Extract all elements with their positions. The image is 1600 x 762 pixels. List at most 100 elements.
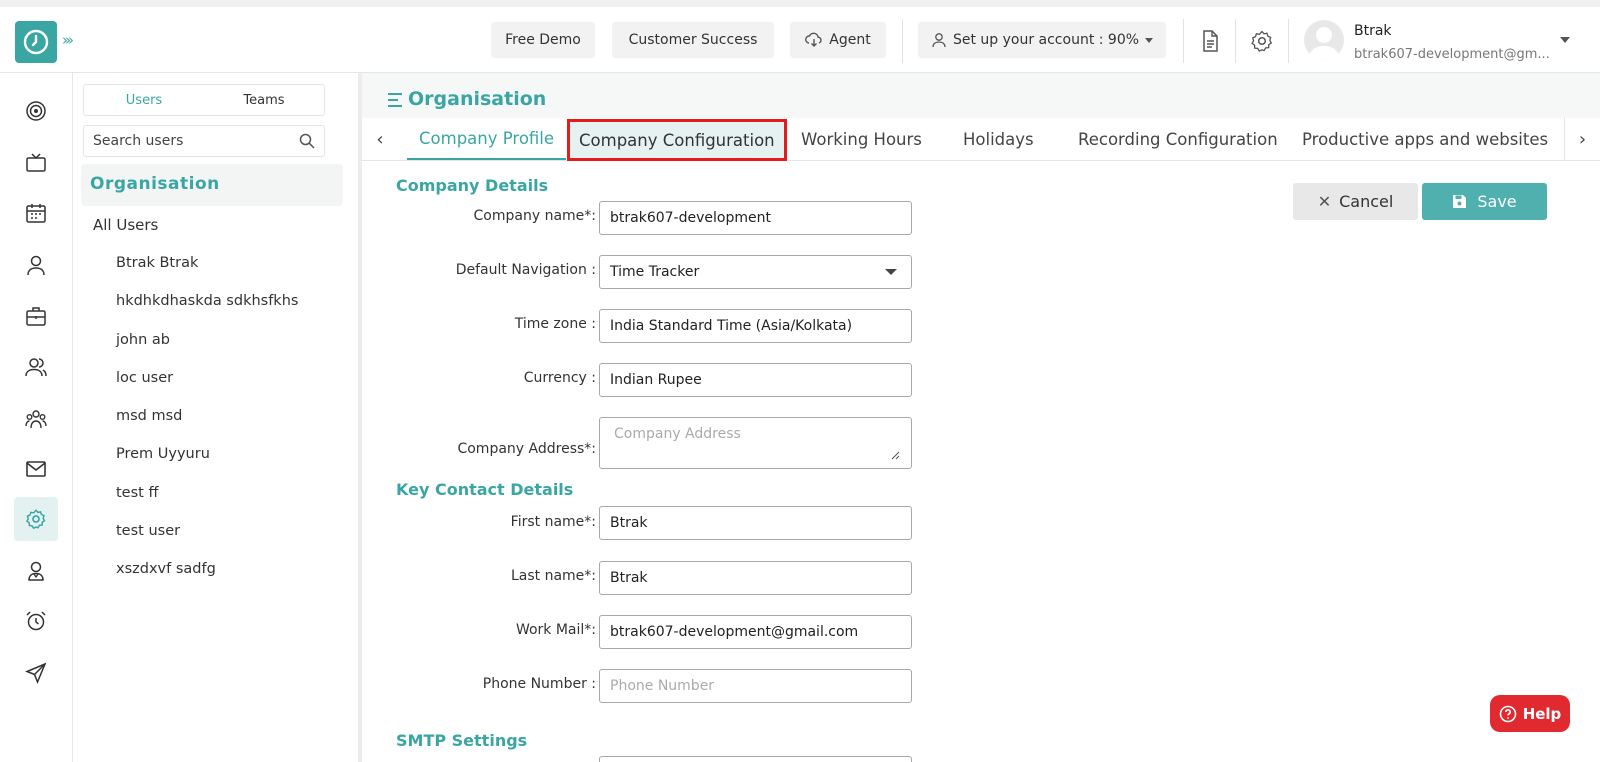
resize-handle-icon[interactable]: [890, 450, 900, 460]
cancel-button[interactable]: ✕ Cancel: [1293, 183, 1418, 220]
time-zone-field[interactable]: India Standard Time (Asia/Kolkata): [599, 309, 912, 343]
profile-nav-button[interactable]: [14, 243, 58, 287]
document-icon[interactable]: [1198, 29, 1222, 53]
company-address-label: Company Address*:: [457, 441, 596, 457]
chevron-left-icon: ‹: [376, 128, 384, 150]
user-icon: [27, 255, 45, 276]
tv-nav-button[interactable]: [14, 141, 58, 185]
default-navigation-label: Default Navigation :: [455, 262, 596, 278]
list-item[interactable]: Btrak Btrak: [116, 255, 298, 293]
work-mail-label: Work Mail*:: [515, 622, 596, 638]
team-nav-button[interactable]: [14, 397, 58, 441]
tab-strip: ‹ Company Profile Company Configuration …: [362, 118, 1600, 161]
dashboard-nav-button[interactable]: [14, 89, 58, 133]
caret-down-icon: [1145, 37, 1154, 43]
company-name-label: Company name*:: [473, 208, 596, 224]
first-name-field[interactable]: Btrak: [599, 506, 912, 540]
floppy-disk-icon: [1453, 195, 1467, 208]
currency-field[interactable]: Indian Rupee: [599, 363, 912, 397]
tab-recording-configuration[interactable]: Recording Configuration: [1078, 118, 1278, 160]
list-item[interactable]: hkdhkdhaskda sdkhsfkhs: [116, 293, 298, 331]
calendar-icon: [26, 204, 46, 223]
first-name-label: First name*:: [510, 514, 596, 530]
alarm-nav-button[interactable]: [14, 599, 58, 643]
setup-account-label: Set up your account : 90%: [952, 32, 1140, 48]
gear-icon[interactable]: [1250, 29, 1274, 53]
calendar-nav-button[interactable]: [14, 191, 58, 235]
clock-logo-icon: [23, 29, 49, 55]
cancel-label: Cancel: [1339, 192, 1394, 211]
all-users-link[interactable]: All Users: [93, 216, 158, 234]
company-details-heading: Company Details: [396, 176, 549, 195]
organisation-heading[interactable]: Organisation: [81, 164, 343, 206]
tab-company-profile[interactable]: Company Profile: [407, 118, 567, 160]
mail-nav-button[interactable]: [14, 447, 58, 491]
work-mail-field[interactable]: btrak607-development@gmail.com: [599, 615, 912, 649]
panel-divider[interactable]: [358, 73, 362, 762]
currency-label: Currency :: [523, 370, 596, 386]
users-icon: [25, 358, 47, 377]
list-item[interactable]: msd msd: [116, 408, 298, 446]
list-item[interactable]: Prem Uyyuru: [116, 446, 298, 484]
save-label: Save: [1477, 192, 1517, 211]
divider: [1183, 19, 1184, 63]
save-button[interactable]: Save: [1422, 183, 1547, 220]
user-menu-caret-icon[interactable]: [1560, 37, 1570, 43]
badge-user-nav-button[interactable]: [14, 549, 58, 593]
tv-icon: [26, 153, 46, 172]
list-item[interactable]: loc user: [116, 370, 298, 408]
close-icon: ✕: [1317, 192, 1332, 211]
agent-button[interactable]: Agent: [790, 22, 886, 58]
key-contact-heading: Key Contact Details: [396, 480, 574, 499]
setup-account-dropdown[interactable]: Set up your account : 90%: [918, 22, 1166, 58]
users-panel: Users Teams Organisation All Users Btrak…: [73, 73, 360, 762]
tab-working-hours[interactable]: Working Hours: [801, 118, 922, 160]
target-icon: [26, 101, 46, 121]
settings-nav-button[interactable]: [14, 497, 58, 541]
avatar[interactable]: [1304, 20, 1344, 60]
default-navigation-select[interactable]: Time Tracker: [599, 255, 912, 289]
menu-icon[interactable]: [386, 91, 404, 109]
customer-success-button[interactable]: Customer Success: [612, 22, 774, 58]
phone-number-field[interactable]: Phone Number: [599, 669, 912, 703]
free-demo-button[interactable]: Free Demo: [491, 22, 595, 58]
user-email: btrak607-development@gm...: [1354, 47, 1550, 62]
caret-down-icon[interactable]: [885, 269, 897, 275]
tab-teams[interactable]: Teams: [204, 85, 324, 115]
tab-productive-apps[interactable]: Productive apps and websites: [1302, 118, 1548, 160]
list-item[interactable]: xszdxvf sadfg: [116, 561, 298, 599]
company-name-field[interactable]: btrak607-development: [599, 201, 912, 235]
divider: [1288, 19, 1289, 63]
smtp-field[interactable]: [599, 756, 912, 762]
user-list: Btrak Btrak hkdhkdhaskda sdkhsfkhs john …: [116, 255, 298, 600]
top-bar: ››› Free Demo Customer Success Agent Set…: [0, 0, 1600, 73]
search-icon[interactable]: [299, 133, 315, 149]
search-users-input[interactable]: [83, 125, 325, 157]
briefcase-nav-button[interactable]: [14, 294, 58, 338]
tab-users[interactable]: Users: [84, 85, 204, 115]
tab-holidays[interactable]: Holidays: [963, 118, 1034, 160]
help-button[interactable]: Help: [1490, 695, 1570, 732]
smtp-settings-heading: SMTP Settings: [396, 731, 528, 750]
tab-company-configuration[interactable]: Company Configuration: [567, 119, 787, 161]
user-setup-icon: [932, 33, 946, 48]
tabs-prev-button[interactable]: ‹: [362, 118, 398, 160]
agent-label: Agent: [829, 32, 871, 48]
expand-sidebar-icon[interactable]: ›››: [62, 31, 74, 49]
list-item[interactable]: john ab: [116, 332, 298, 370]
tabs-next-button[interactable]: ›: [1564, 118, 1600, 160]
users-nav-button[interactable]: [14, 345, 58, 389]
last-name-field[interactable]: Btrak: [599, 561, 912, 595]
list-item[interactable]: test user: [116, 523, 298, 561]
nav-rail: [0, 73, 73, 762]
help-label: Help: [1522, 704, 1562, 723]
team-icon: [25, 410, 47, 429]
gear-icon: [25, 509, 46, 530]
send-nav-button[interactable]: [14, 651, 58, 695]
divider: [1235, 19, 1236, 63]
app-logo[interactable]: [15, 21, 57, 63]
company-address-field[interactable]: Company Address: [599, 417, 912, 469]
list-item[interactable]: test ff: [116, 485, 298, 523]
chevron-right-icon: ›: [1578, 128, 1587, 150]
user-avatar-icon: [1308, 27, 1340, 60]
